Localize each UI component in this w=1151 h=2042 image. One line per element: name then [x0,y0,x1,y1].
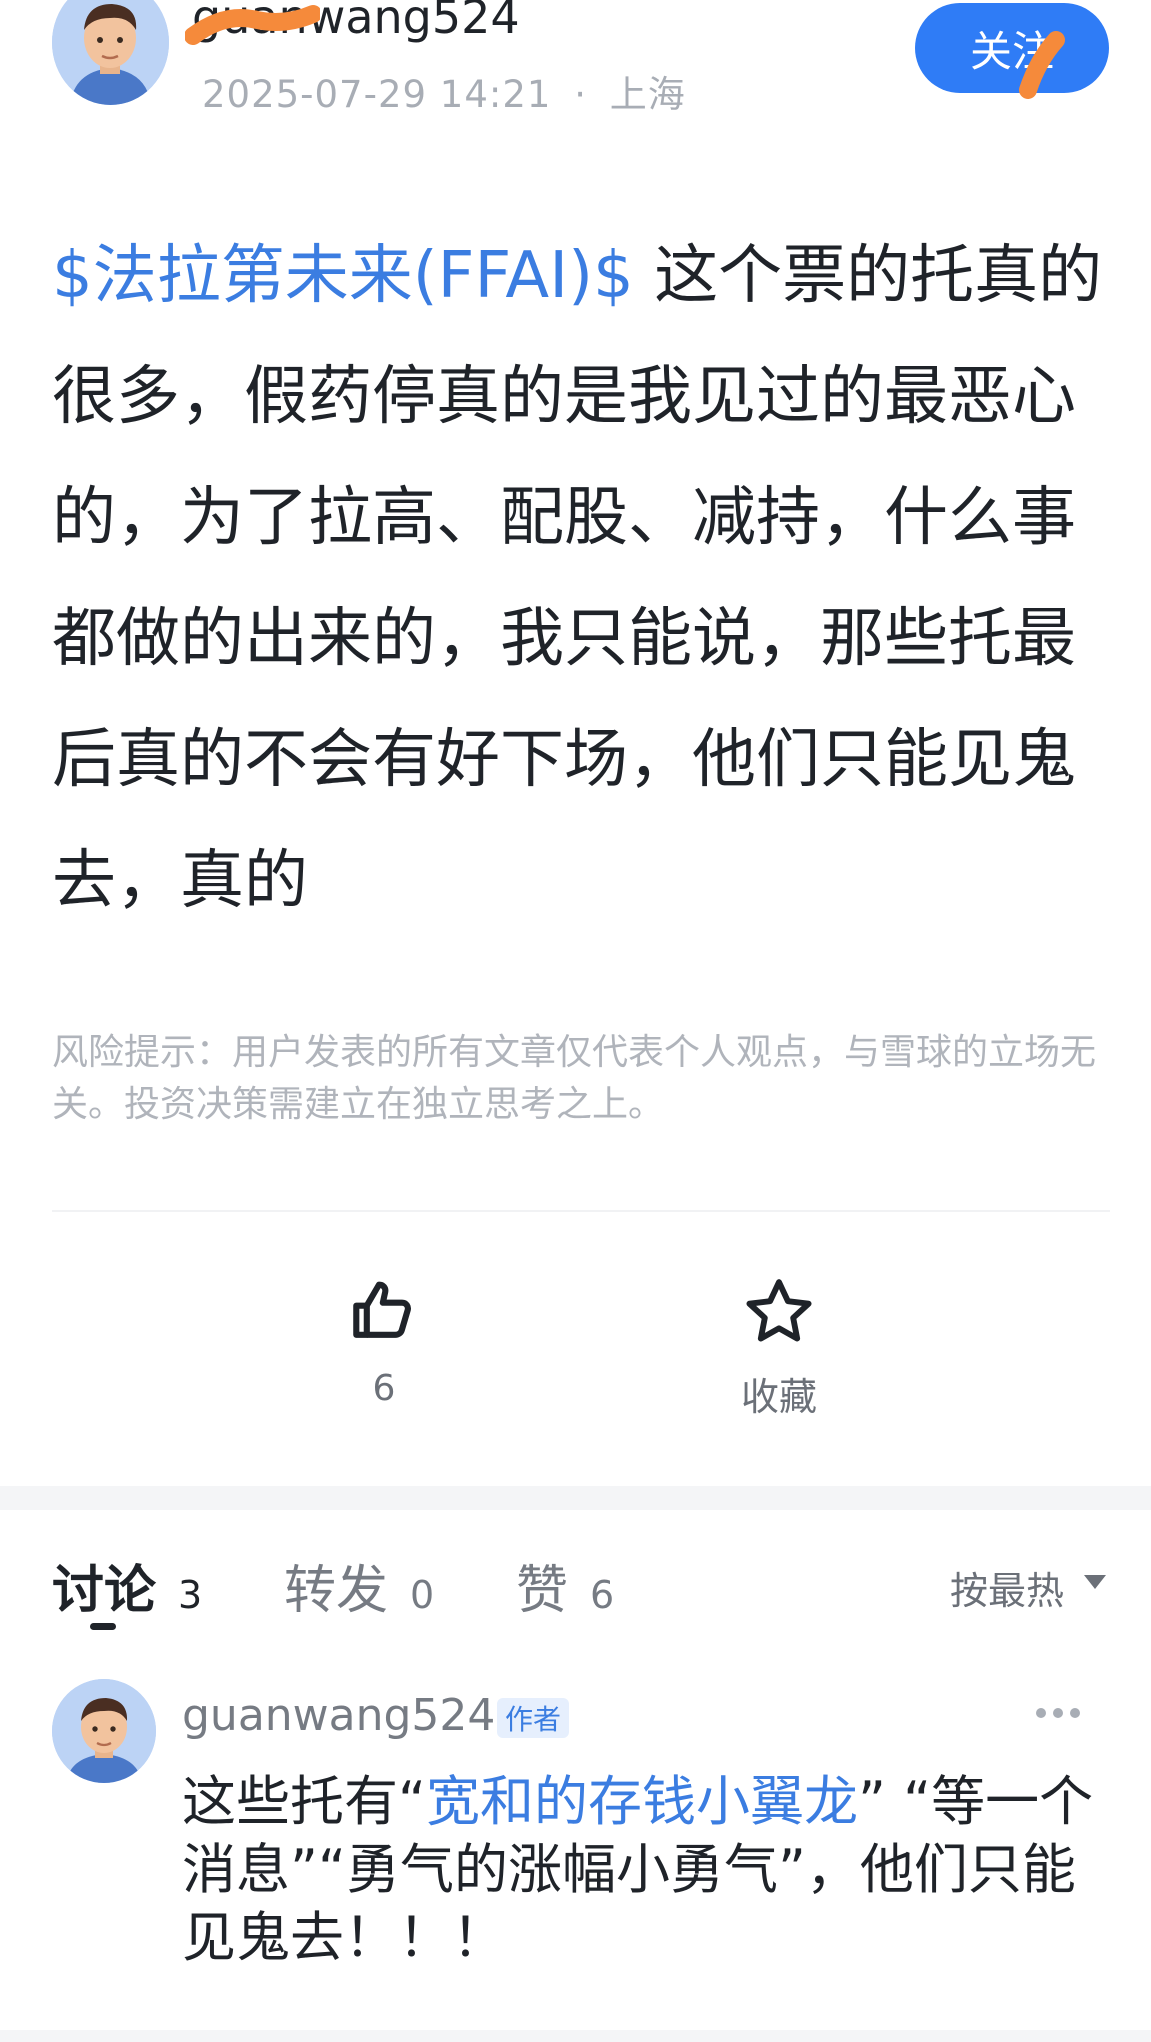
author-badge: 作者 [497,1698,569,1738]
user-mention-link[interactable]: 宽和的存钱小翼龙 [426,1770,858,1833]
tab-likes-count: 6 [590,1573,615,1617]
avatar-illustration [52,0,169,105]
like-count: 6 [372,1368,396,1409]
comment-text: 这些托有“宽和的存钱小翼龙” “等一个消息”“勇气的涨幅小勇气”，他们只能见鬼去… [182,1768,1112,1972]
stock-tag-link[interactable]: $法拉第未来(FFAI)$ [52,239,634,313]
bottom-edge [0,2030,1151,2042]
active-tab-indicator [90,1623,116,1630]
favorite-button[interactable] [735,1275,823,1353]
risk-notice: 风险提示：用户发表的所有文章仅代表个人观点，与雪球的立场无关。投资决策需建立在独… [52,1032,1097,1125]
commenter-avatar[interactable] [52,1679,156,1783]
more-options-icon[interactable] [1032,1698,1084,1728]
like-button[interactable] [340,1275,428,1349]
post-meta: 2025-07-29 14:21 · 上海 [202,64,686,118]
tab-discussion-count: 3 [178,1573,203,1617]
caret-down-icon[interactable] [1084,1575,1106,1589]
redaction-scribble [185,5,320,45]
tab-likes[interactable]: 赞6 [516,1548,614,1623]
comment-text-part: 这些托有“ [182,1770,426,1833]
post-location: 上海 [609,73,686,116]
post-text: 这个票的托真的很多，假药停真的是我见过的最恶心的，为了拉高、配股、减持，什么事都… [52,239,1103,918]
post-content: $法拉第未来(FFAI)$ 这个票的托真的很多，假药停真的是我见过的最恶心的，为… [52,216,1112,942]
post-timestamp: 2025-07-29 14:21 [202,73,552,116]
star-icon [746,1279,812,1342]
sort-dropdown[interactable]: 按最热 [950,1560,1064,1615]
meta-separator: · [574,73,587,116]
tab-reposts[interactable]: 转发 0 [284,1548,434,1623]
redaction-scribble [1019,31,1065,99]
tab-reposts-count: 0 [410,1573,435,1617]
author-avatar[interactable] [52,0,169,105]
commenter-username[interactable]: guanwang524 [182,1690,495,1741]
thumbs-up-icon [353,1281,411,1338]
avatar-illustration [52,1679,156,1783]
section-divider [0,1486,1151,1510]
tab-discussion[interactable]: 讨论 3 [52,1548,202,1623]
tab-discussion-label: 讨论 [52,1561,157,1621]
divider [52,1210,1110,1212]
favorite-label: 收藏 [740,1375,817,1419]
tab-likes-label: 赞 [516,1561,569,1621]
tab-reposts-label: 转发 [284,1561,389,1621]
